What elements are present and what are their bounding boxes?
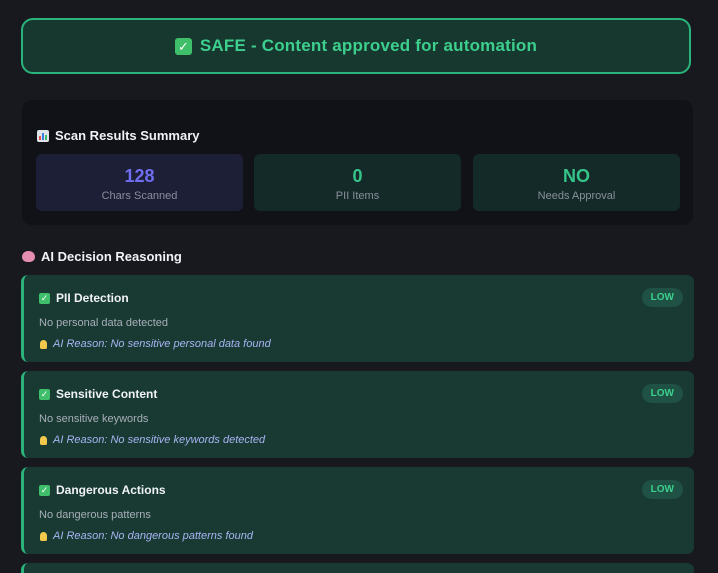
scan-summary-heading: Scan Results Summary xyxy=(37,128,200,143)
card-reason-text: AI Reason: No dangerous patterns found xyxy=(53,530,253,542)
stat-value: 128 xyxy=(124,166,155,186)
page: ✓ SAFE - Content approved for automation… xyxy=(0,0,718,573)
status-banner-text: SAFE - Content approved for automation xyxy=(199,36,538,55)
reasoning-card-partial xyxy=(21,563,694,573)
card-description: No dangerous patterns xyxy=(39,509,151,521)
stat-value: NO xyxy=(563,166,590,186)
card-reason-text: AI Reason: No sensitive personal data fo… xyxy=(53,338,271,350)
scan-summary-title: Scan Results Summary xyxy=(55,128,200,143)
risk-badge: LOW xyxy=(641,384,683,403)
check-icon: ✓ xyxy=(39,388,50,400)
check-icon: ✓ xyxy=(39,484,50,496)
stat-chars-scanned: 128 Chars Scanned xyxy=(36,154,243,211)
status-banner: ✓ SAFE - Content approved for automation xyxy=(21,18,691,74)
card-description: No sensitive keywords xyxy=(39,413,149,425)
reasoning-card-sensitive-content: ✓ Sensitive Content LOW No sensitive key… xyxy=(21,371,694,458)
card-reason-text: AI Reason: No sensitive keywords detecte… xyxy=(53,434,266,446)
stat-label: PII Items xyxy=(335,190,380,202)
card-reason: AI Reason: No sensitive keywords detecte… xyxy=(40,434,265,446)
lightbulb-icon xyxy=(40,531,47,541)
check-icon: ✓ xyxy=(174,37,192,55)
check-icon: ✓ xyxy=(39,292,50,304)
stat-value: 0 xyxy=(352,166,363,186)
brain-icon xyxy=(22,251,35,262)
card-heading: ✓ Sensitive Content xyxy=(39,387,157,401)
stat-label: Needs Approval xyxy=(537,190,616,202)
reasoning-card-dangerous-actions: ✓ Dangerous Actions LOW No dangerous pat… xyxy=(21,467,694,554)
card-reason: AI Reason: No sensitive personal data fo… xyxy=(40,338,271,350)
scan-summary-panel: Scan Results Summary 128 Chars Scanned 0… xyxy=(22,100,693,225)
card-title: PII Detection xyxy=(56,291,129,305)
reasoning-title: AI Decision Reasoning xyxy=(41,249,182,264)
risk-badge: LOW xyxy=(641,480,683,499)
card-title: Sensitive Content xyxy=(56,387,158,401)
card-title: Dangerous Actions xyxy=(56,483,166,497)
card-heading: ✓ PII Detection xyxy=(39,291,129,305)
card-description: No personal data detected xyxy=(39,317,169,329)
risk-badge: LOW xyxy=(641,288,683,307)
lightbulb-icon xyxy=(40,339,47,349)
card-reason: AI Reason: No dangerous patterns found xyxy=(40,530,253,542)
reasoning-card-pii-detection: ✓ PII Detection LOW No personal data det… xyxy=(21,275,694,362)
stat-pii-items: 0 PII Items xyxy=(254,154,461,211)
lightbulb-icon xyxy=(40,435,47,445)
reasoning-heading: AI Decision Reasoning xyxy=(22,249,182,264)
bar-chart-icon xyxy=(37,129,49,142)
stat-needs-approval: NO Needs Approval xyxy=(473,154,680,211)
card-heading: ✓ Dangerous Actions xyxy=(39,483,166,497)
stat-label: Chars Scanned xyxy=(101,190,178,202)
